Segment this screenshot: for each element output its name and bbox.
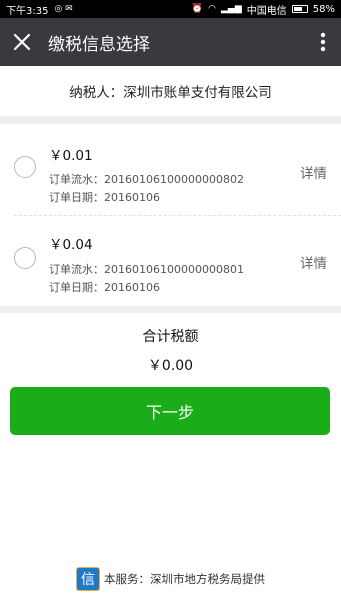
order-serial: 订单流水：20160106100000000802 bbox=[49, 173, 244, 186]
status-carrier: 中国电信 bbox=[246, 5, 287, 17]
footer-text: 本服务：深圳市地方税务局提供 bbox=[104, 572, 265, 586]
order-date: 订单日期：20160106 bbox=[49, 281, 160, 294]
total-label: 合计税额 bbox=[142, 329, 199, 345]
battery-icon bbox=[291, 5, 308, 13]
close-icon[interactable] bbox=[0, 18, 44, 66]
signal-icon: ▂▄▆ bbox=[221, 4, 242, 14]
tax-bureau-logo-icon: 信 bbox=[76, 567, 100, 591]
notification-icon: ◎ ✉ bbox=[54, 4, 73, 14]
order-detail-link[interactable]: 详情 bbox=[300, 252, 327, 272]
order-radio[interactable] bbox=[14, 156, 36, 178]
page-title: 缴税信息选择 bbox=[48, 34, 150, 55]
section-divider bbox=[0, 306, 341, 313]
taxpayer-name: 纳税人：深圳市账单支付有限公司 bbox=[69, 85, 272, 101]
status-time: 下午3:35 bbox=[6, 5, 49, 17]
order-item[interactable]: ￥0.04 订单流水：20160106100000000801 订单日期：201… bbox=[0, 216, 341, 306]
order-amount: ￥0.04 bbox=[49, 237, 93, 253]
more-vertical-icon[interactable] bbox=[305, 18, 341, 66]
status-bar: 下午3:35 ◎ ✉ ⏰ ◠ ▂▄▆ 中国电信 58% bbox=[0, 0, 341, 18]
order-detail-link[interactable]: 详情 bbox=[300, 162, 327, 182]
next-step-button[interactable]: 下一步 bbox=[10, 387, 330, 435]
wifi-icon: ◠ bbox=[208, 4, 216, 14]
app-bar: 缴税信息选择 bbox=[0, 18, 341, 66]
alarm-icon: ⏰ bbox=[191, 4, 204, 14]
order-date: 订单日期：20160106 bbox=[49, 191, 160, 204]
status-battery: 58% bbox=[312, 3, 335, 15]
section-divider bbox=[0, 116, 341, 124]
order-amount: ￥0.01 bbox=[49, 148, 93, 164]
order-item[interactable]: ￥0.01 订单流水：20160106100000000802 订单日期：201… bbox=[0, 124, 341, 214]
order-radio[interactable] bbox=[14, 247, 36, 269]
total-value: ￥0.00 bbox=[147, 358, 194, 374]
order-serial: 订单流水：20160106100000000801 bbox=[49, 263, 244, 276]
footer: 信 本服务：深圳市地方税务局提供 bbox=[0, 566, 341, 592]
